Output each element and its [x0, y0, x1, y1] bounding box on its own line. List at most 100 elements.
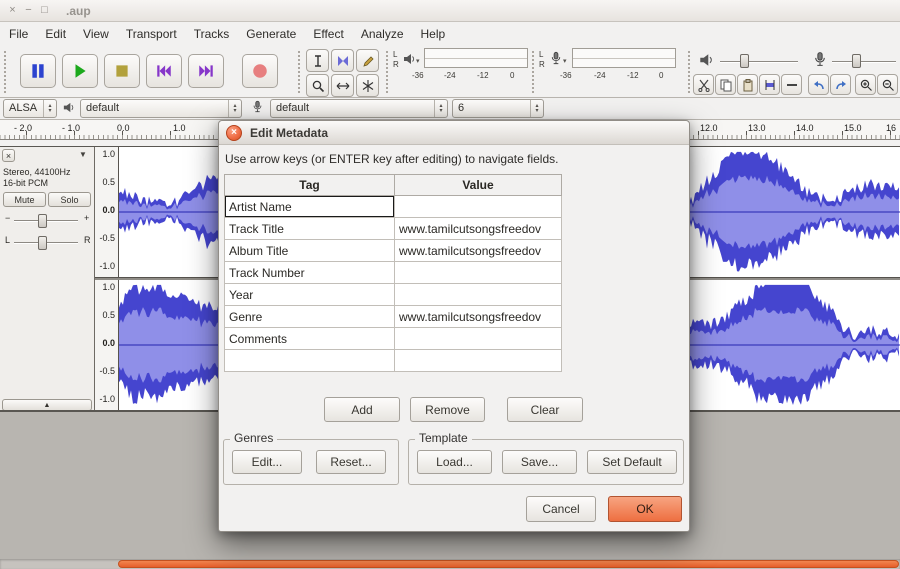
genres-reset-button[interactable]: Reset... — [316, 450, 386, 474]
combo-spinner-icon[interactable]: ▴ ▾ — [43, 100, 56, 117]
cancel-button[interactable]: Cancel — [526, 496, 596, 522]
audio-host-combo[interactable]: ALSA ▴ ▾ — [3, 99, 57, 118]
horizontal-scrollbar-thumb[interactable] — [118, 560, 899, 568]
recording-meter-left-label: L — [539, 50, 544, 59]
cut-button[interactable] — [693, 74, 714, 95]
window-titlebar[interactable]: × − □ .aup — [0, 0, 900, 22]
pause-button[interactable] — [20, 54, 56, 88]
zoom-out-button[interactable] — [877, 74, 898, 95]
undo-button[interactable] — [808, 74, 829, 95]
playback-meter[interactable] — [424, 48, 528, 68]
track-menu-icon[interactable]: ▼ — [79, 150, 87, 159]
input-volume-slider[interactable] — [832, 61, 896, 63]
output-volume-slider-thumb[interactable] — [740, 54, 749, 68]
menu-generate[interactable]: Generate — [246, 27, 296, 41]
play-button[interactable] — [62, 54, 98, 88]
rewind-button[interactable] — [146, 54, 182, 88]
window-close-icon[interactable]: × — [5, 3, 20, 18]
tag-cell[interactable]: Comments — [224, 327, 395, 350]
recording-device-combo[interactable]: default ▴ ▾ — [270, 99, 448, 118]
input-volume-slider-thumb[interactable] — [852, 54, 861, 68]
mute-button[interactable]: Mute — [3, 192, 46, 207]
timeshift-tool-button[interactable] — [331, 74, 354, 97]
tag-cell[interactable] — [224, 349, 395, 372]
template-save-button[interactable]: Save... — [502, 450, 577, 474]
combo-spinner-icon[interactable]: ▴ ▾ — [228, 100, 241, 117]
dialog-close-button[interactable]: × — [226, 125, 242, 141]
menu-transport[interactable]: Transport — [126, 27, 177, 41]
transport-toolbar-grip[interactable] — [4, 51, 7, 93]
value-cell[interactable] — [394, 283, 562, 306]
playback-meter-dropdown-icon[interactable]: ▾ — [416, 57, 420, 65]
trim-audio-button[interactable] — [759, 74, 780, 95]
tag-cell[interactable]: Artist Name — [224, 195, 395, 218]
solo-button[interactable]: Solo — [48, 192, 91, 207]
output-volume-slider[interactable] — [720, 61, 798, 63]
menu-view[interactable]: View — [83, 27, 109, 41]
tools-toolbar-grip[interactable] — [298, 51, 301, 93]
value-cell[interactable]: www.tamilcutsongsfreedov — [394, 239, 562, 262]
stop-button[interactable] — [104, 54, 140, 88]
recording-meter[interactable] — [572, 48, 676, 68]
tag-cell[interactable]: Year — [224, 283, 395, 306]
menu-edit[interactable]: Edit — [45, 27, 66, 41]
menu-tracks[interactable]: Tracks — [194, 27, 230, 41]
template-set-default-button[interactable]: Set Default — [587, 450, 677, 474]
tag-cell[interactable]: Track Number — [224, 261, 395, 284]
menu-effect[interactable]: Effect — [313, 27, 343, 41]
tag-cell[interactable]: Genre — [224, 305, 395, 328]
tag-cell[interactable]: Track Title — [224, 217, 395, 240]
value-cell[interactable] — [394, 261, 562, 284]
fast-forward-button[interactable] — [188, 54, 224, 88]
menu-file[interactable]: File — [9, 27, 28, 41]
window-maximize-icon[interactable]: □ — [37, 3, 52, 18]
zoom-tool-button[interactable] — [306, 74, 329, 97]
record-button[interactable] — [242, 54, 278, 88]
add-button[interactable]: Add — [324, 397, 400, 422]
tag-cell[interactable]: Album Title — [224, 239, 395, 262]
dialog-titlebar[interactable]: × Edit Metadata — [219, 121, 689, 145]
gain-slider-thumb[interactable] — [38, 214, 47, 228]
template-load-button[interactable]: Load... — [417, 450, 492, 474]
redo-button[interactable] — [830, 74, 851, 95]
paste-button[interactable] — [737, 74, 758, 95]
vertical-ruler-channel-1[interactable]: 1.0 0.5 0.0 -0.5 -1.0 — [95, 147, 119, 277]
draw-tool-button[interactable] — [356, 49, 379, 72]
genres-edit-button[interactable]: Edit... — [232, 450, 302, 474]
vertical-ruler-channel-2[interactable]: 1.0 0.5 0.0 -0.5 -1.0 — [95, 280, 119, 410]
recording-channels-combo[interactable]: 6 ▴ ▾ — [452, 99, 544, 118]
value-cell[interactable] — [394, 349, 562, 372]
clear-button[interactable]: Clear — [507, 397, 583, 422]
copy-button[interactable] — [715, 74, 736, 95]
envelope-tool-button[interactable] — [331, 49, 354, 72]
selection-tool-button[interactable] — [306, 49, 329, 72]
remove-button[interactable]: Remove — [410, 397, 485, 422]
silence-audio-button[interactable] — [781, 74, 802, 95]
meter2-toolbar-grip[interactable] — [532, 51, 535, 93]
horizontal-scrollbar[interactable] — [0, 559, 900, 569]
recording-meter-dropdown-icon[interactable]: ▾ — [563, 57, 567, 65]
value-cell[interactable] — [394, 195, 562, 218]
recording-meter-scale: -12 — [627, 71, 639, 80]
multi-tool-button[interactable] — [356, 74, 379, 97]
track-title-bar[interactable] — [17, 149, 77, 162]
value-cell[interactable]: www.tamilcutsongsfreedov — [394, 217, 562, 240]
tag-column-header: Tag — [224, 174, 395, 196]
menu-help[interactable]: Help — [421, 27, 446, 41]
recording-meter-mic-icon[interactable] — [549, 51, 563, 65]
pan-slider-thumb[interactable] — [38, 236, 47, 250]
value-cell[interactable]: www.tamilcutsongsfreedov — [394, 305, 562, 328]
playback-meter-speaker-icon[interactable] — [402, 52, 416, 66]
meter-toolbar-grip[interactable] — [386, 51, 389, 93]
combo-spinner-icon[interactable]: ▴ ▾ — [434, 100, 447, 117]
value-cell[interactable] — [394, 327, 562, 350]
playback-device-combo[interactable]: default ▴ ▾ — [80, 99, 242, 118]
window-minimize-icon[interactable]: − — [21, 3, 36, 18]
track-close-button[interactable]: × — [2, 149, 15, 162]
combo-spinner-icon[interactable]: ▴ ▾ — [530, 100, 543, 117]
ok-button[interactable]: OK — [608, 496, 682, 522]
menu-analyze[interactable]: Analyze — [361, 27, 404, 41]
scale-label: 1.0 — [102, 282, 115, 292]
zoom-in-button[interactable] — [855, 74, 876, 95]
mixer-toolbar-grip[interactable] — [688, 51, 691, 93]
